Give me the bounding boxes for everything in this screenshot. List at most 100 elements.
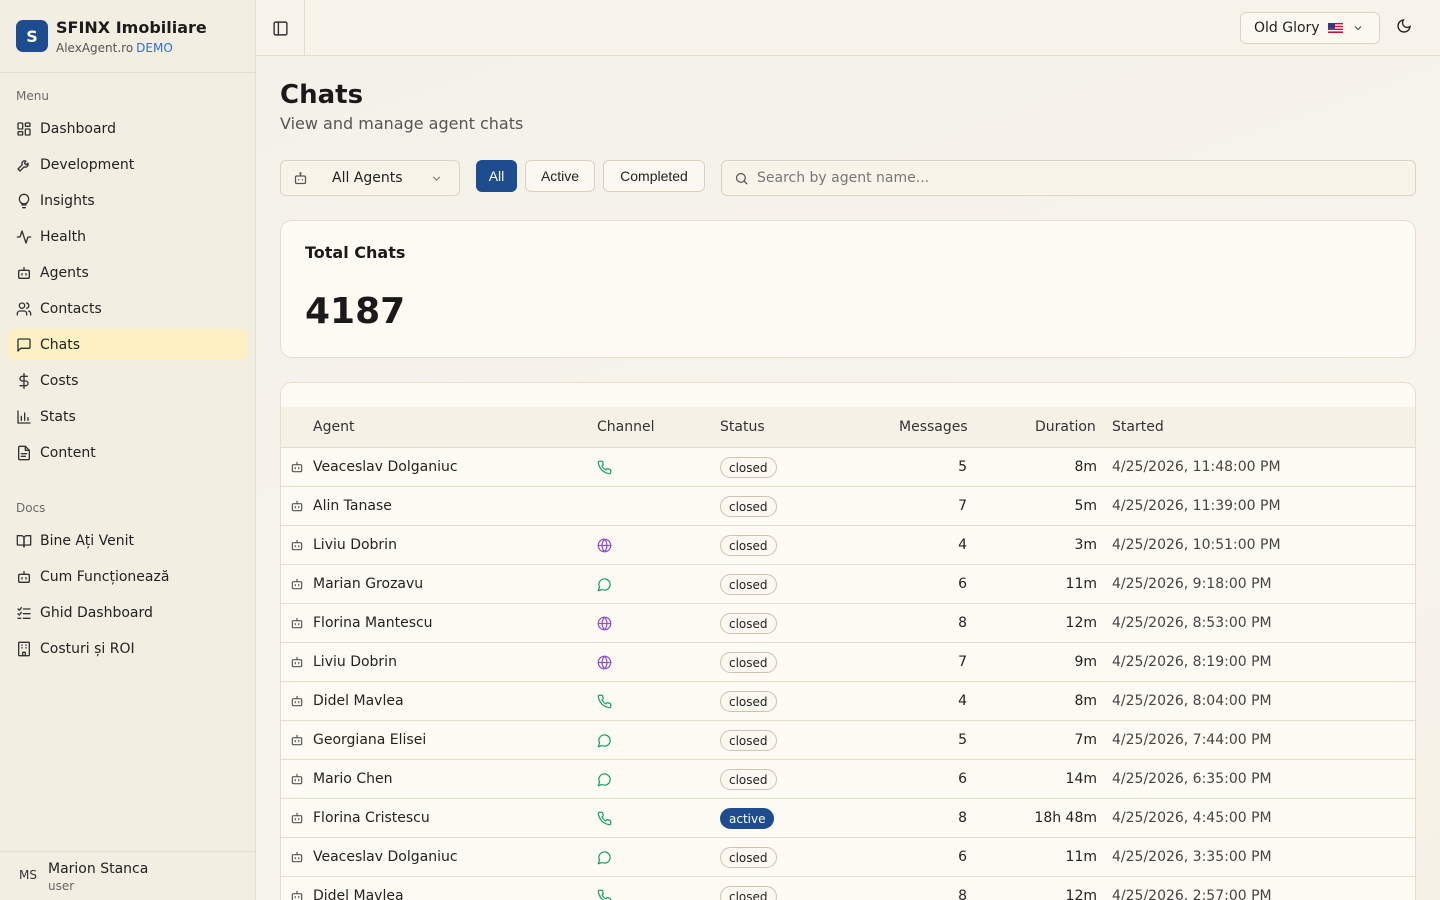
bot-icon <box>290 889 304 900</box>
sidebar-item-costs[interactable]: Costs <box>8 365 247 396</box>
started-time: 4/25/2026, 8:53:00 PM <box>1112 615 1272 631</box>
status-badge: closed <box>720 535 777 556</box>
total-chats-label: Total Chats <box>305 243 406 262</box>
demo-badge: DEMO <box>136 41 173 55</box>
agent-name: Liviu Dobrin <box>313 537 397 553</box>
messages-count: 8 <box>958 810 967 826</box>
started-time: 4/25/2026, 3:35:00 PM <box>1112 849 1272 865</box>
filter-active-button[interactable]: Active <box>525 160 595 192</box>
messages-count: 4 <box>958 537 967 553</box>
bot-icon <box>294 171 307 184</box>
agent-name: Florina Mantescu <box>313 615 433 631</box>
table-row[interactable]: Georgiana Elisei closed 5 7m 4/25/2026, 7:44… <box>281 721 1415 760</box>
table-row[interactable]: Florina Cristescu active 8 18h 48m 4/25/2026… <box>281 799 1415 838</box>
chat-bubble-icon <box>597 577 612 592</box>
theme-label: Old Glory <box>1254 20 1320 36</box>
sidebar-item-content[interactable]: Content <box>8 437 247 468</box>
sidebar-item-chats[interactable]: Chats <box>8 329 247 360</box>
sidebar-item-dashboard[interactable]: Dashboard <box>8 113 247 144</box>
docs-item-ghid-dashboard[interactable]: Ghid Dashboard <box>8 597 247 628</box>
phone-icon <box>597 694 612 709</box>
messages-count: 7 <box>958 498 967 514</box>
agent-name: Marian Grozavu <box>313 576 424 592</box>
table-row[interactable]: Didel Mavlea closed 8 12m 4/25/2026, 2:57:00… <box>281 877 1415 900</box>
filter-completed-button[interactable]: Completed <box>603 160 705 192</box>
col-messages[interactable]: Messages <box>899 419 968 435</box>
globe-icon <box>597 655 612 670</box>
phone-icon <box>597 889 612 900</box>
search-input[interactable] <box>757 170 1397 186</box>
agent-name: Florina Cristescu <box>313 810 430 826</box>
messages-count: 5 <box>958 459 967 475</box>
sidebar-item-contacts[interactable]: Contacts <box>8 293 247 324</box>
sidebar-item-agents[interactable]: Agents <box>8 257 247 288</box>
sidebar-item-label: Content <box>40 444 96 461</box>
bot-icon <box>290 850 304 864</box>
wrench-icon <box>16 157 32 173</box>
user-name: Marion Stanca <box>48 861 149 877</box>
table-row[interactable]: Liviu Dobrin closed 4 3m 4/25/2026, 10:51:00… <box>281 526 1415 565</box>
sidebar-item-label: Health <box>40 228 86 245</box>
table-row[interactable]: Mario Chen closed 6 14m 4/25/2026, 6:35:00 P… <box>281 760 1415 799</box>
agent-filter-select[interactable]: All Agents <box>280 160 460 196</box>
status-badge: closed <box>720 613 777 634</box>
duration: 7m <box>1074 732 1097 748</box>
lightbulb-icon <box>16 193 32 209</box>
chevron-down-icon <box>1354 26 1361 31</box>
bot-icon <box>290 811 304 825</box>
sidebar-item-development[interactable]: Development <box>8 149 247 180</box>
table-row[interactable]: Florina Mantescu closed 8 12m 4/25/2026, 8:5… <box>281 604 1415 643</box>
agent-name: Alin Tanase <box>313 498 392 514</box>
brand[interactable]: S SFINX Imobiliare AlexAgent.ro DEMO <box>16 18 246 55</box>
docs-item-costuri-s-i-roi[interactable]: Costuri și ROI <box>8 633 247 664</box>
duration: 3m <box>1074 537 1097 553</box>
messages-count: 4 <box>958 693 967 709</box>
duration: 14m <box>1065 771 1097 787</box>
col-channel[interactable]: Channel <box>597 419 654 435</box>
duration: 11m <box>1065 849 1097 865</box>
theme-select[interactable]: Old Glory <box>1240 12 1380 44</box>
user-role: user <box>48 879 75 893</box>
agent-name: Didel Mavlea <box>313 693 404 709</box>
col-agent[interactable]: Agent <box>313 419 354 435</box>
bot-icon <box>290 538 304 552</box>
brand-subtitle: AlexAgent.ro DEMO <box>56 41 173 55</box>
table-row[interactable]: Didel Mavlea closed 4 8m 4/25/2026, 8:04:00 … <box>281 682 1415 721</box>
docs-item-cum-funct-ioneaza[interactable]: Cum Funcționează <box>8 561 247 592</box>
duration: 8m <box>1074 693 1097 709</box>
messages-count: 6 <box>958 771 967 787</box>
status-badge: active <box>720 808 775 829</box>
status-badge: closed <box>720 457 777 478</box>
sidebar-item-label: Costs <box>40 372 79 389</box>
agent-name: Didel Mavlea <box>313 888 404 900</box>
sidebar-item-stats[interactable]: Stats <box>8 401 247 432</box>
dashboard-icon <box>16 121 32 137</box>
user-profile[interactable]: MS Marion Stanca user <box>0 851 256 900</box>
col-status[interactable]: Status <box>720 419 765 435</box>
docs-item-bine-at-i-venit[interactable]: Bine Ați Venit <box>8 525 247 556</box>
bot-icon <box>16 569 32 585</box>
started-time: 4/25/2026, 8:19:00 PM <box>1112 654 1272 670</box>
sidebar-toggle-button[interactable] <box>256 0 305 56</box>
sidebar-item-health[interactable]: Health <box>8 221 247 252</box>
activity-icon <box>16 229 32 245</box>
table-row[interactable]: Marian Grozavu closed 6 11m 4/25/2026, 9:18:… <box>281 565 1415 604</box>
messages-count: 8 <box>958 888 967 900</box>
brand-name: SFINX Imobiliare <box>56 18 207 37</box>
table-row[interactable]: Alin Tanase closed 7 5m 4/25/2026, 11:39:00 … <box>281 487 1415 526</box>
col-started[interactable]: Started <box>1112 419 1164 435</box>
table-row[interactable]: Liviu Dobrin closed 7 9m 4/25/2026, 8:19:00 … <box>281 643 1415 682</box>
filter-all-button[interactable]: All <box>476 160 517 192</box>
topbar: Old Glory <box>256 0 1440 56</box>
moon-icon <box>1397 19 1411 33</box>
theme-toggle-button[interactable] <box>1396 18 1416 38</box>
search-box[interactable] <box>721 160 1416 196</box>
sidebar-item-insights[interactable]: Insights <box>8 185 247 216</box>
table-row[interactable]: Veaceslav Dolganiuc closed 5 8m 4/25/2026, 1… <box>281 448 1415 487</box>
duration: 8m <box>1074 459 1097 475</box>
sidebar: S SFINX Imobiliare AlexAgent.ro DEMO Menu… <box>0 0 256 900</box>
table-row[interactable]: Veaceslav Dolganiuc closed 6 11m 4/25/2026, … <box>281 838 1415 877</box>
col-duration[interactable]: Duration <box>1035 419 1096 435</box>
agent-name: Veaceslav Dolganiuc <box>313 849 458 865</box>
duration: 12m <box>1065 888 1097 900</box>
